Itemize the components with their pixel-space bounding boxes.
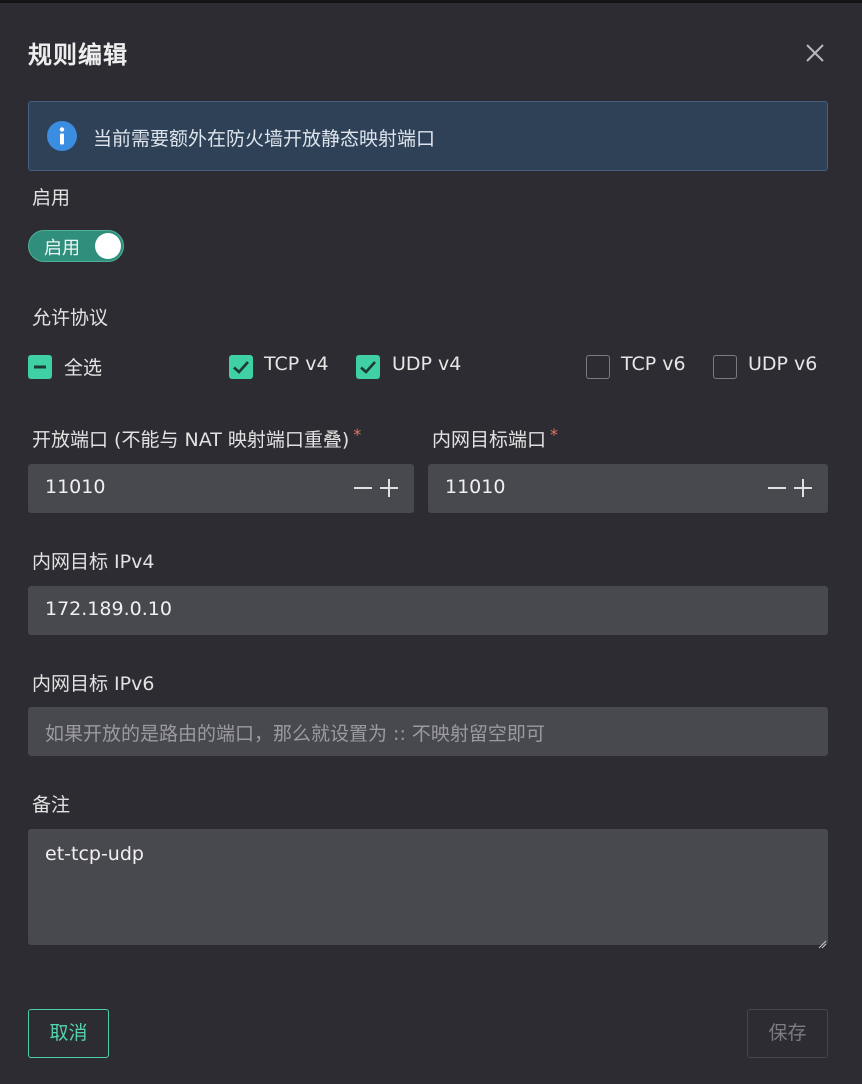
target-port-decrement-icon[interactable] bbox=[766, 477, 788, 499]
target-port-label: 内网目标端口 * bbox=[432, 425, 558, 452]
ipv6-label: 内网目标 IPv6 bbox=[32, 673, 155, 695]
remark-textarea[interactable]: et-tcp-udp bbox=[28, 829, 828, 949]
cancel-button[interactable]: 取消 bbox=[28, 1009, 109, 1058]
info-alert: 当前需要额外在防火墙开放静态映射端口 bbox=[28, 101, 828, 171]
info-icon bbox=[47, 121, 77, 151]
ipv4-label: 内网目标 IPv4 bbox=[32, 551, 155, 573]
required-mark: * bbox=[353, 425, 362, 444]
enable-label: 启用 bbox=[32, 187, 71, 209]
tcp-v4-checkbox[interactable] bbox=[229, 355, 253, 379]
close-icon[interactable] bbox=[800, 38, 830, 68]
ipv4-input[interactable]: 172.189.0.10 bbox=[28, 586, 828, 635]
open-port-decrement-icon[interactable] bbox=[352, 477, 374, 499]
ipv6-input[interactable]: 如果开放的是路由的端口，那么就设置为 :: 不映射留空即可 bbox=[28, 707, 828, 756]
ipv4-value: 172.189.0.10 bbox=[45, 598, 172, 620]
tcp-v4-label[interactable]: TCP v4 bbox=[264, 353, 329, 375]
protocols-label: 允许协议 bbox=[32, 307, 109, 329]
open-port-label-text: 开放端口 (不能与 NAT 映射端口重叠) bbox=[32, 429, 350, 451]
alert-text: 当前需要额外在防火墙开放静态映射端口 bbox=[93, 128, 436, 150]
switch-text: 启用 bbox=[44, 238, 80, 259]
udp-v6-label[interactable]: UDP v6 bbox=[748, 353, 817, 375]
dialog-title: 规则编辑 bbox=[28, 41, 128, 69]
open-port-increment-icon[interactable] bbox=[378, 477, 400, 499]
tcp-v6-label[interactable]: TCP v6 bbox=[621, 353, 686, 375]
remark-label: 备注 bbox=[32, 794, 71, 816]
tcp-v6-checkbox[interactable] bbox=[586, 355, 610, 379]
ipv6-placeholder: 如果开放的是路由的端口，那么就设置为 :: 不映射留空即可 bbox=[45, 723, 545, 745]
target-port-value: 11010 bbox=[445, 476, 506, 498]
open-port-value: 11010 bbox=[45, 476, 106, 498]
target-port-label-text: 内网目标端口 bbox=[432, 429, 547, 451]
save-button[interactable]: 保存 bbox=[747, 1009, 828, 1058]
target-port-increment-icon[interactable] bbox=[792, 477, 814, 499]
resize-handle-icon[interactable] bbox=[817, 934, 827, 949]
remark-value: et-tcp-udp bbox=[45, 843, 144, 865]
udp-v6-checkbox[interactable] bbox=[713, 355, 737, 379]
switch-knob bbox=[95, 233, 121, 259]
open-port-input[interactable]: 11010 bbox=[28, 464, 414, 513]
required-mark: * bbox=[550, 425, 559, 444]
target-port-input[interactable]: 11010 bbox=[428, 464, 828, 513]
enable-switch[interactable]: 启用 bbox=[28, 230, 124, 262]
select-all-checkbox[interactable] bbox=[28, 355, 52, 379]
udp-v4-label[interactable]: UDP v4 bbox=[392, 353, 461, 375]
select-all-label[interactable]: 全选 bbox=[64, 353, 102, 380]
open-port-label: 开放端口 (不能与 NAT 映射端口重叠) * bbox=[32, 425, 361, 452]
rule-edit-dialog: 规则编辑 当前需要额外在防火墙开放静态映射端口 启用 启用 允许协议 全选 TC… bbox=[0, 3, 862, 1084]
udp-v4-checkbox[interactable] bbox=[356, 355, 380, 379]
